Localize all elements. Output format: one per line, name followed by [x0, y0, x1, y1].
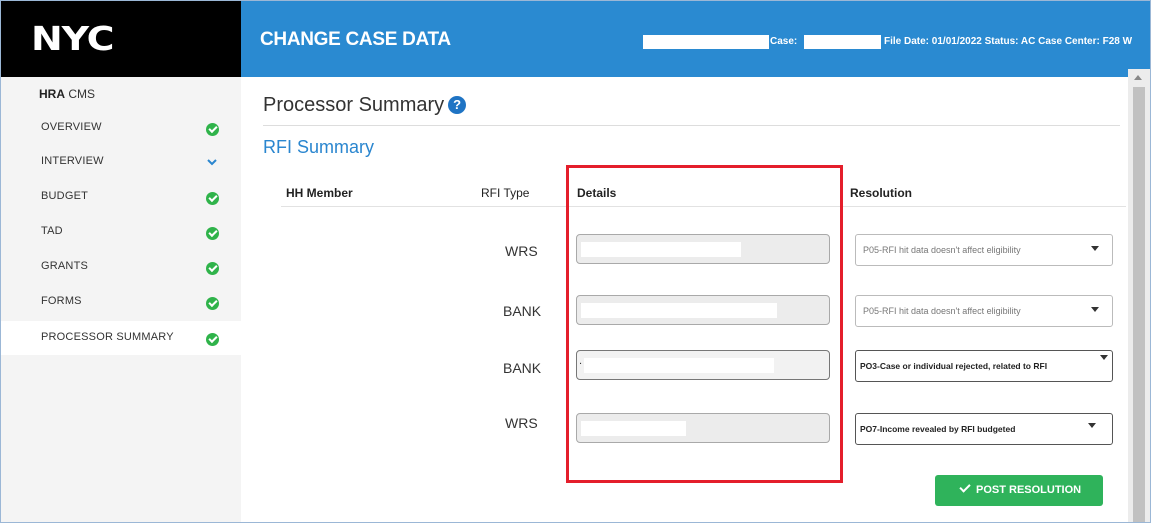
redacted-name — [643, 35, 769, 49]
vertical-scrollbar[interactable] — [1128, 69, 1150, 522]
resolution-select-value: PO7-Income revealed by RFI budgeted — [860, 424, 1016, 434]
case-label: Case: — [770, 36, 798, 47]
section-title: RFI Summary — [263, 137, 375, 157]
sidebar-brand: HRA CMS — [39, 87, 95, 101]
scroll-up-arrow-icon[interactable] — [1134, 75, 1142, 80]
sidebar-item-interview[interactable]: INTERVIEW — [1, 145, 241, 179]
sidebar-item-label: TAD — [41, 225, 63, 237]
check-icon — [206, 297, 219, 310]
sidebar-item-label: FORMS — [41, 295, 82, 307]
sidebar: HRA CMS OVERVIEW INTERVIEW BUDGET TAD GR… — [1, 77, 241, 522]
rfi-type-cell: WRS — [505, 243, 538, 259]
scrollbar-thumb[interactable] — [1133, 87, 1145, 522]
redacted-case-number — [804, 35, 881, 49]
post-resolution-label: POST RESOLUTION — [976, 484, 1082, 496]
nyc-logo[interactable]: NYC — [1, 1, 241, 77]
details-highlight-box — [566, 165, 843, 483]
dropdown-arrow-icon — [1091, 307, 1099, 312]
sidebar-item-budget[interactable]: BUDGET — [1, 180, 241, 214]
check-icon — [206, 123, 219, 136]
case-meta-info: File Date: 01/01/2022 Status: AC Case Ce… — [884, 36, 1133, 47]
sidebar-item-label: GRANTS — [41, 260, 89, 272]
top-header-bar: CHANGE CASE DATA Case: File Date: 01/01/… — [241, 1, 1150, 77]
app-window: NYC CHANGE CASE DATA Case: File Date: 01… — [0, 0, 1151, 523]
resolution-select[interactable]: P05-RFI hit data doesn't affect eligibil… — [855, 295, 1113, 327]
column-header-rfi-type: RFI Type — [481, 186, 530, 200]
brand-rest: CMS — [65, 87, 95, 101]
sidebar-item-forms[interactable]: FORMS — [1, 285, 241, 319]
chevron-down-icon — [207, 159, 217, 166]
rfi-type-cell: WRS — [505, 415, 538, 431]
dropdown-arrow-icon — [1100, 355, 1108, 360]
resolution-select-value: P05-RFI hit data doesn't affect eligibil… — [863, 306, 1021, 316]
check-icon — [206, 333, 219, 346]
checkmark-icon — [959, 481, 971, 493]
dropdown-arrow-icon — [1088, 423, 1096, 428]
post-resolution-button[interactable]: POST RESOLUTION — [935, 475, 1103, 506]
title-divider — [263, 125, 1120, 126]
page-title: Processor Summary? — [263, 94, 467, 117]
page-title-text: Processor Summary — [263, 94, 445, 116]
sidebar-item-label: PROCESSOR SUMMARY — [41, 331, 174, 343]
resolution-select[interactable]: P05-RFI hit data doesn't affect eligibil… — [855, 234, 1113, 266]
check-icon — [206, 262, 219, 275]
resolution-select-value: PO3-Case or individual rejected, related… — [860, 361, 1048, 371]
resolution-select-value: P05-RFI hit data doesn't affect eligibil… — [863, 245, 1021, 255]
resolution-select[interactable]: PO3-Case or individual rejected, related… — [855, 350, 1113, 382]
rfi-type-cell: BANK — [503, 303, 542, 319]
logo-text: NYC — [31, 19, 114, 58]
sidebar-item-grants[interactable]: GRANTS — [1, 250, 241, 284]
check-icon — [206, 227, 219, 240]
sidebar-item-tad[interactable]: TAD — [1, 215, 241, 249]
help-icon[interactable]: ? — [448, 96, 467, 114]
column-header-hh-member: HH Member — [286, 186, 353, 200]
rfi-type-cell: BANK — [503, 360, 542, 376]
column-header-resolution: Resolution — [850, 186, 912, 200]
dropdown-arrow-icon — [1091, 246, 1099, 251]
sidebar-item-label: OVERVIEW — [41, 121, 102, 133]
sidebar-item-label: INTERVIEW — [41, 155, 104, 167]
page-header-title: CHANGE CASE DATA — [260, 29, 451, 50]
brand-bold: HRA — [39, 87, 65, 101]
sidebar-item-processor-summary[interactable]: PROCESSOR SUMMARY — [1, 321, 241, 355]
sidebar-item-label: BUDGET — [41, 190, 89, 202]
resolution-select[interactable]: PO7-Income revealed by RFI budgeted — [855, 413, 1113, 445]
check-icon — [206, 192, 219, 205]
sidebar-item-overview[interactable]: OVERVIEW — [1, 111, 241, 145]
